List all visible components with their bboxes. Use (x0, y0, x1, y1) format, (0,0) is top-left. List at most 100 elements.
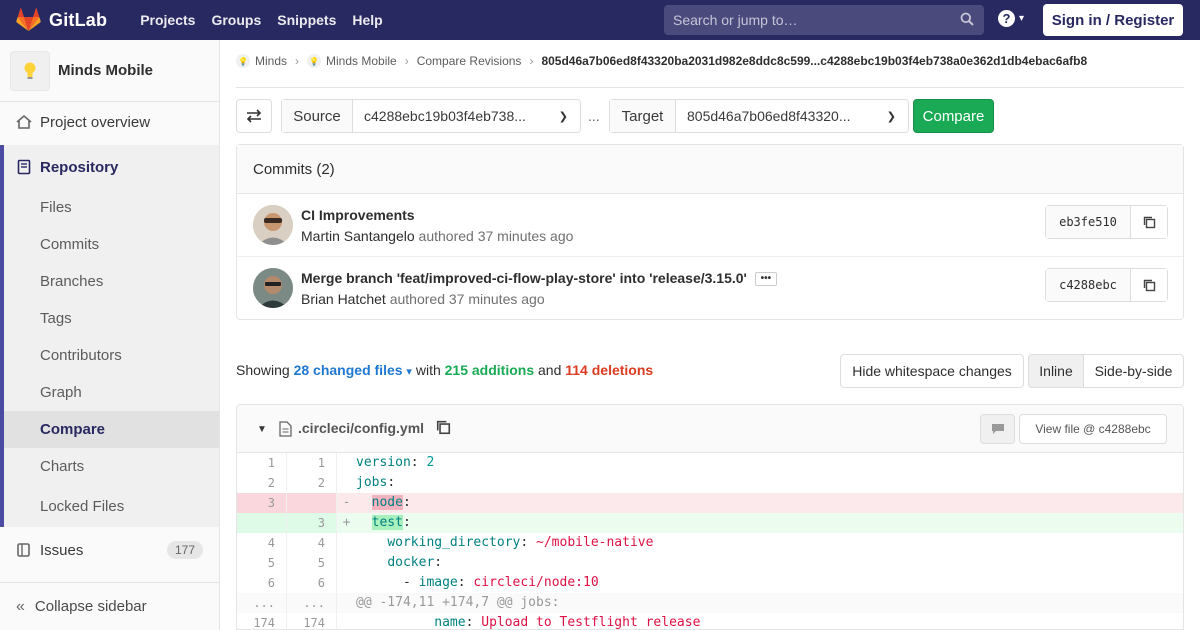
search-input[interactable]: Search or jump to… (664, 5, 984, 35)
file-name[interactable]: .circleci/config.yml (298, 420, 424, 436)
new-line-number[interactable]: 2 (287, 473, 337, 493)
commit-sha[interactable]: c4288ebc (1046, 269, 1131, 301)
top-nav-links: Projects Groups Snippets Help (132, 12, 391, 28)
old-line-number[interactable]: ... (237, 593, 287, 613)
sidebar-item-tags[interactable]: Tags (0, 300, 219, 337)
help-dropdown[interactable]: ? ▾ (998, 10, 1024, 27)
search-placeholder: Search or jump to… (673, 12, 798, 28)
old-line-number[interactable]: 5 (237, 553, 287, 573)
target-revision-select[interactable]: Target 805d46a7b06ed8f43320... ❯ (609, 99, 909, 133)
sidebar-item-charts[interactable]: Charts (0, 448, 219, 485)
nav-groups[interactable]: Groups (203, 12, 269, 28)
sign-in-register-button[interactable]: Sign in / Register (1043, 4, 1183, 36)
commit-meta: Martin Santangelo authored 37 minutes ag… (301, 228, 573, 244)
gitlab-logo[interactable]: GitLab (16, 8, 107, 32)
diff-code: version: 2 (356, 455, 435, 470)
collapse-sidebar-button[interactable]: « Collapse sidebar (0, 582, 219, 630)
new-line-number[interactable]: 174 (287, 613, 337, 629)
sidebar-item-files[interactable]: Files (0, 189, 219, 226)
issues-icon (17, 543, 30, 557)
inline-view-button[interactable]: Inline (1028, 354, 1084, 388)
hide-whitespace-button[interactable]: Hide whitespace changes (840, 354, 1024, 388)
sidebar-project-header[interactable]: Minds Mobile (0, 40, 219, 102)
old-line-number[interactable]: 3 (237, 493, 287, 513)
new-line-number[interactable]: 5 (287, 553, 337, 573)
target-label: Target (610, 100, 676, 132)
new-line-number[interactable]: 3 (287, 513, 337, 533)
deletions-count: 114 deletions (565, 362, 654, 378)
chevron-down-icon: ❯ (558, 111, 568, 123)
old-line-number[interactable]: 1 (237, 453, 287, 473)
copy-sha-button[interactable] (1131, 206, 1167, 238)
double-chevron-left-icon: « (16, 597, 25, 615)
sidebar-item-project-overview[interactable]: Project overview (0, 102, 219, 142)
avatar[interactable] (253, 205, 293, 245)
commit-row: Merge branch 'feat/improved-ci-flow-play… (237, 257, 1183, 320)
commit-sha[interactable]: eb3fe510 (1046, 206, 1131, 238)
expand-description-button[interactable]: ••• (754, 271, 777, 286)
view-file-button[interactable]: View file @ c4288ebc (1019, 414, 1167, 444)
old-line-number[interactable]: 6 (237, 573, 287, 593)
toggle-comments-button[interactable] (980, 414, 1015, 444)
collapse-file-caret-icon[interactable]: ▼ (257, 424, 267, 435)
question-icon: ? (998, 10, 1015, 27)
new-line-number[interactable]: 1 (287, 453, 337, 473)
diff-stats: Showing 28 changed files ▾ with 215 addi… (236, 362, 653, 378)
copy-file-path-button[interactable] (436, 420, 451, 438)
commit-title[interactable]: Merge branch 'feat/improved-ci-flow-play… (301, 270, 777, 286)
breadcrumb-current: 805d46a7b06ed8f43320ba2031d982e8ddc8c599… (541, 54, 1088, 68)
diff-code: - node: (337, 493, 1183, 513)
breadcrumb-separator: › (404, 54, 409, 68)
breadcrumb-item-minds[interactable]: 💡 Minds (236, 54, 287, 68)
sidebar-item-label: Repository (40, 158, 119, 176)
new-line-number[interactable] (287, 493, 337, 513)
diff-code: working_directory: ~/mobile-native (387, 535, 654, 550)
sidebar-item-locked-files[interactable]: Locked Files (0, 485, 219, 527)
diff-lines: 11 version: 222 jobs: 3- node: 3 + test: 4 4 … (237, 453, 1183, 630)
new-line-number[interactable]: 6 (287, 573, 337, 593)
additions-count: 215 additions (444, 362, 535, 378)
sidebar-item-commits[interactable]: Commits (0, 226, 219, 263)
compare-button[interactable]: Compare (913, 99, 994, 133)
changed-files-dropdown[interactable]: 28 changed files ▾ (294, 362, 412, 378)
gitlab-tanuki-icon (16, 8, 41, 31)
sidebar-item-compare[interactable]: Compare (0, 411, 219, 448)
copy-icon (436, 420, 451, 435)
sidebar-item-issues[interactable]: Issues 177 (0, 527, 219, 573)
source-revision-select[interactable]: Source c4288ebc19b03f4eb738... ❯ (281, 99, 581, 133)
old-line-number[interactable]: 174 (237, 613, 287, 629)
commit-author[interactable]: Martin Santangelo (301, 228, 415, 244)
sidebar-item-graph[interactable]: Graph (0, 374, 219, 411)
project-avatar (10, 50, 50, 91)
repository-icon (17, 159, 31, 175)
commit-time: authored 37 minutes ago (418, 228, 574, 244)
nav-help[interactable]: Help (344, 12, 390, 28)
commit-title[interactable]: CI Improvements (301, 207, 415, 223)
sidebar-item-branches[interactable]: Branches (0, 263, 219, 300)
changed-files-label: 28 changed files (293, 362, 403, 378)
avatar[interactable] (253, 268, 293, 308)
commit-author[interactable]: Brian Hatchet (301, 291, 386, 307)
commits-header: Commits (2) (237, 145, 1183, 194)
new-line-number[interactable]: 4 (287, 533, 337, 553)
nav-projects[interactable]: Projects (132, 12, 203, 28)
chevron-down-icon: ▾ (1019, 13, 1025, 24)
sidebar-item-contributors[interactable]: Contributors (0, 337, 219, 374)
new-line-number[interactable]: ... (287, 593, 337, 613)
swap-arrows-icon (246, 109, 262, 123)
nav-snippets[interactable]: Snippets (269, 12, 344, 28)
breadcrumb-label: Minds (255, 54, 288, 68)
swap-revisions-button[interactable] (236, 99, 272, 133)
breadcrumb-item-compare-revisions[interactable]: Compare Revisions (417, 54, 522, 68)
side-by-side-view-button[interactable]: Side-by-side (1083, 354, 1184, 388)
sidebar-item-repository[interactable]: Repository (0, 145, 219, 189)
diff-code: name: Upload to Testflight release (434, 615, 701, 630)
brand-name: GitLab (49, 9, 108, 30)
old-line-number[interactable] (237, 513, 287, 533)
copy-sha-button[interactable] (1131, 269, 1167, 301)
collapse-sidebar-label: Collapse sidebar (34, 598, 147, 615)
old-line-number[interactable]: 2 (237, 473, 287, 493)
breadcrumb-item-minds-mobile[interactable]: 💡 Minds Mobile (307, 54, 397, 68)
sidebar-item-label: Project overview (40, 113, 151, 131)
old-line-number[interactable]: 4 (237, 533, 287, 553)
